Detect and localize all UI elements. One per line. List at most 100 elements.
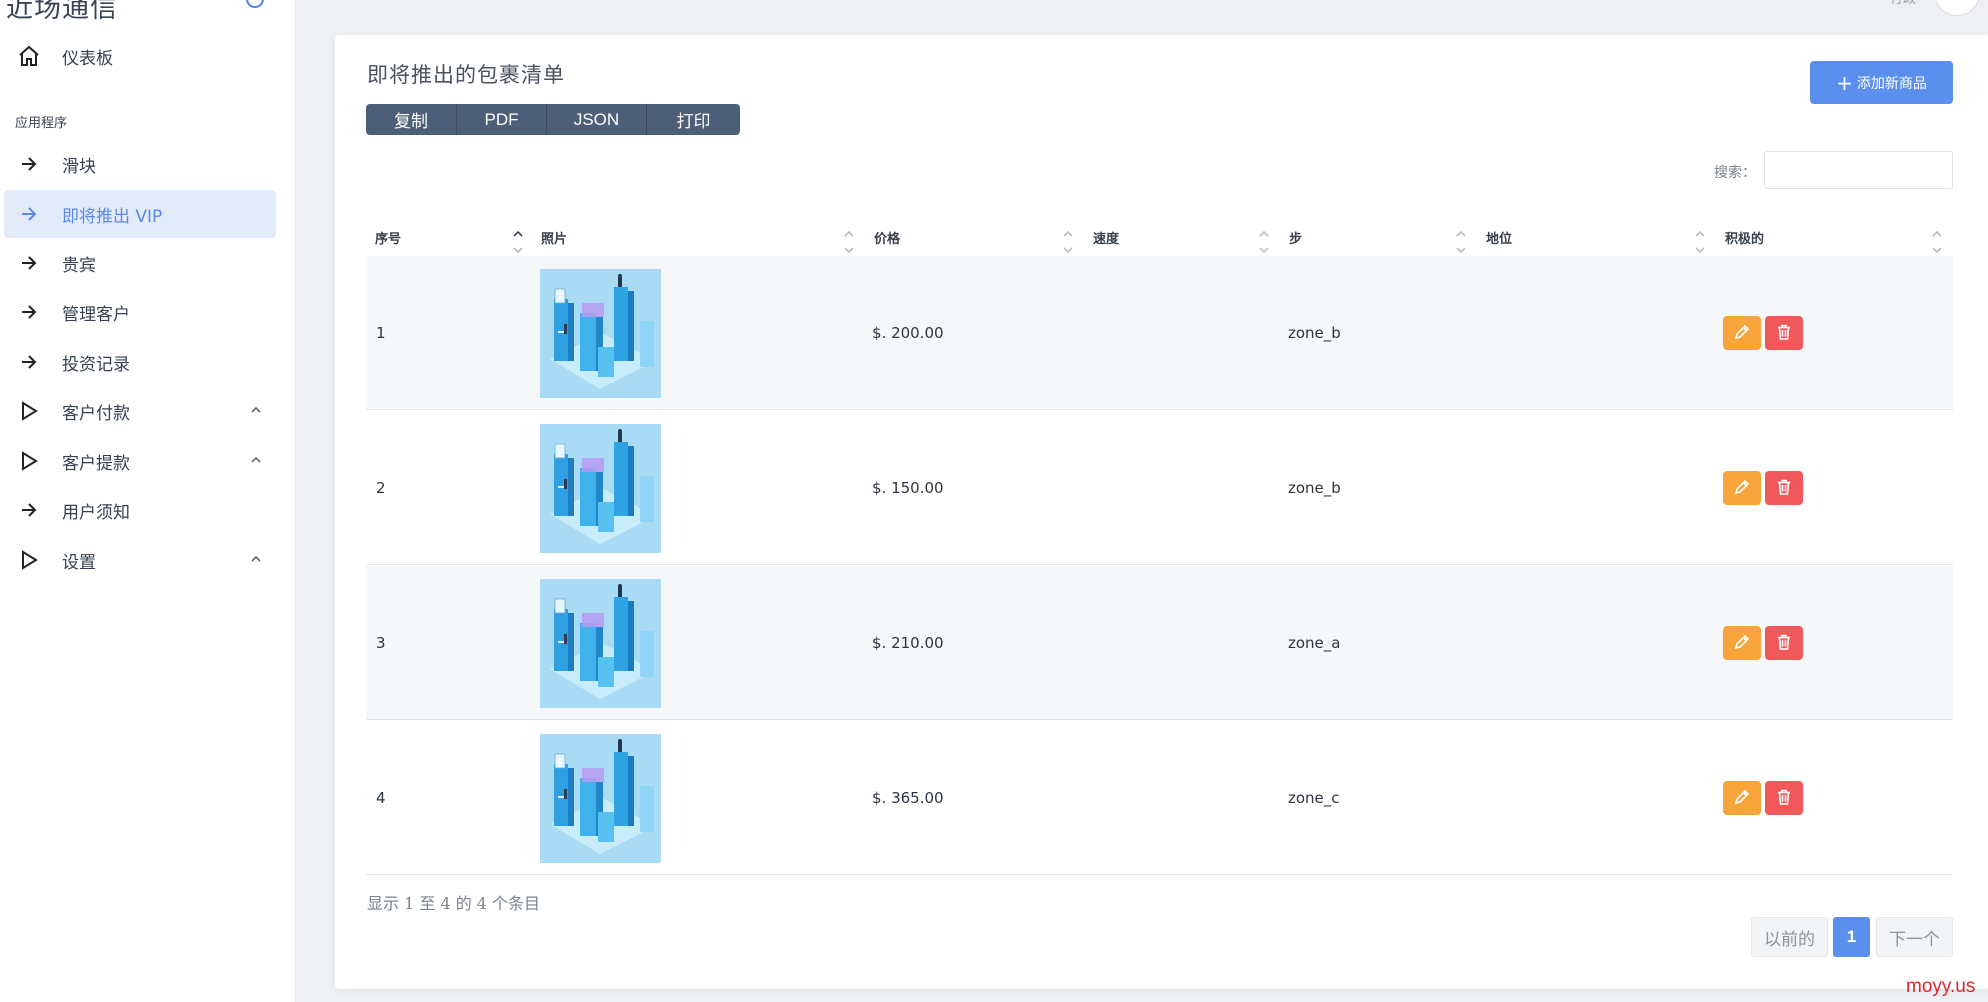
column-header-number[interactable]: 序号 — [366, 219, 532, 261]
column-header-price[interactable]: 价格 — [865, 219, 1084, 261]
sidebar-item-label: 仪表板 — [62, 48, 113, 69]
sidebar-item-coming-soon-vip[interactable]: 即将推出 VIP — [4, 190, 276, 238]
row-zone: zone_a — [1288, 634, 1341, 652]
user-name[interactable]: 行政 — [1890, 0, 1916, 7]
table-row: 1 $. 200.00 zone_b — [366, 256, 1953, 410]
column-header-status[interactable]: 地位 — [1477, 219, 1716, 261]
row-zone: zone_b — [1288, 479, 1341, 497]
row-price: $. 365.00 — [872, 789, 944, 807]
sidebar-item-label: 滑块 — [62, 156, 96, 177]
row-actions — [1723, 566, 1803, 720]
table-row: 3 $. 210.00 zone_a — [366, 566, 1953, 720]
table-info: 显示 1 至 4 的 4 个条目 — [367, 894, 541, 913]
watermark: moyy.us — [1906, 976, 1976, 997]
row-actions — [1723, 721, 1803, 875]
sidebar-item-dashboard[interactable]: 仪表板 — [4, 32, 276, 80]
edit-button[interactable] — [1723, 316, 1761, 350]
table-header: 序号 照片 价格 速度 步 地位 积极的 — [366, 219, 1953, 261]
row-actions — [1723, 411, 1803, 565]
edit-button[interactable] — [1723, 471, 1761, 505]
arrow-right-icon — [14, 500, 44, 520]
sort-icon — [1694, 227, 1706, 257]
delete-button[interactable] — [1765, 781, 1803, 815]
pencil-icon — [1733, 323, 1751, 344]
pagination-next-button[interactable]: 下一个 — [1876, 917, 1953, 957]
print-button[interactable]: 打印 — [647, 104, 740, 135]
package-thumbnail-image — [540, 578, 661, 708]
chevron-up-icon[interactable] — [250, 550, 262, 570]
chevron-up-icon[interactable] — [250, 451, 262, 471]
table-row: 2 $. 150.00 zone_b — [366, 411, 1953, 565]
sidebar-item-label: 即将推出 VIP — [62, 206, 163, 227]
row-actions — [1723, 256, 1803, 410]
row-number: 4 — [376, 789, 386, 807]
sidebar-item-label: 贵宾 — [62, 255, 96, 276]
sort-icon — [1062, 227, 1074, 257]
chevron-up-icon[interactable] — [250, 401, 262, 421]
column-header-step[interactable]: 步 — [1280, 219, 1477, 261]
edit-button[interactable] — [1723, 781, 1761, 815]
arrow-right-icon — [14, 204, 44, 224]
pdf-button[interactable]: PDF — [457, 104, 547, 135]
play-triangle-icon — [14, 549, 44, 571]
sidebar: 近场通信 仪表板 应用程序 滑块 即将推出 VIP 贵宾 管理客户 投资记录 客… — [0, 0, 296, 1002]
sidebar-item-vip[interactable]: 贵宾 — [4, 239, 276, 287]
sidebar-item-investment-records[interactable]: 投资记录 — [4, 338, 276, 386]
arrow-right-icon — [14, 154, 44, 174]
package-list-card: 即将推出的包裹清单 + 添加新商品 复制 PDF JSON 打印 搜索： 序号 … — [335, 35, 1988, 989]
sidebar-item-label: 客户提款 — [62, 453, 130, 474]
add-item-label: 添加新商品 — [1856, 75, 1927, 92]
sidebar-item-settings[interactable]: 设置 — [4, 536, 276, 584]
column-header-active[interactable]: 积极的 — [1716, 219, 1953, 261]
column-header-photo[interactable]: 照片 — [532, 219, 865, 261]
sidebar-item-customer-withdrawals[interactable]: 客户提款 — [4, 437, 276, 485]
row-number: 1 — [376, 324, 386, 342]
sidebar-item-customer-payments[interactable]: 客户付款 — [4, 387, 276, 435]
arrow-right-icon — [14, 302, 44, 322]
home-icon — [14, 44, 44, 68]
pagination-prev-button[interactable]: 以前的 — [1751, 917, 1828, 957]
edit-button[interactable] — [1723, 626, 1761, 660]
row-number: 2 — [376, 479, 386, 497]
sort-icon — [1931, 227, 1943, 257]
trash-icon — [1775, 788, 1793, 809]
play-triangle-icon — [14, 400, 44, 422]
delete-button[interactable] — [1765, 316, 1803, 350]
trash-icon — [1775, 478, 1793, 499]
pencil-icon — [1733, 633, 1751, 654]
pencil-icon — [1733, 788, 1751, 809]
package-thumbnail-image — [540, 733, 661, 863]
plus-icon: + — [1836, 70, 1853, 95]
play-triangle-icon — [14, 450, 44, 472]
trash-icon — [1775, 633, 1793, 654]
trash-icon — [1775, 323, 1793, 344]
sidebar-item-label: 投资记录 — [62, 354, 130, 375]
row-photo-cell — [540, 411, 661, 565]
package-thumbnail-image — [540, 423, 661, 553]
row-price: $. 200.00 — [872, 324, 944, 342]
avatar[interactable] — [1934, 0, 1980, 16]
copy-button[interactable]: 复制 — [366, 104, 457, 135]
row-number: 3 — [376, 634, 386, 652]
export-button-group: 复制 PDF JSON 打印 — [366, 104, 740, 135]
row-photo-cell — [540, 256, 661, 410]
delete-button[interactable] — [1765, 471, 1803, 505]
sidebar-item-slider[interactable]: 滑块 — [4, 140, 276, 188]
column-header-speed[interactable]: 速度 — [1084, 219, 1280, 261]
sidebar-item-label: 用户须知 — [62, 502, 130, 523]
sidebar-item-user-notice[interactable]: 用户须知 — [4, 486, 276, 534]
sidebar-toggle-icon[interactable] — [246, 0, 264, 8]
brand-title[interactable]: 近场通信 — [6, 0, 118, 25]
delete-button[interactable] — [1765, 626, 1803, 660]
row-photo-cell — [540, 721, 661, 875]
search-input[interactable] — [1764, 151, 1953, 189]
sidebar-item-manage-customers[interactable]: 管理客户 — [4, 288, 276, 336]
add-item-button[interactable]: + 添加新商品 — [1810, 61, 1953, 104]
sort-icon — [1258, 227, 1270, 257]
package-thumbnail-image — [540, 268, 661, 398]
pagination-page-button[interactable]: 1 — [1833, 917, 1870, 957]
json-button[interactable]: JSON — [547, 104, 647, 135]
sort-icon — [1455, 227, 1467, 257]
row-photo-cell — [540, 566, 661, 720]
pencil-icon — [1733, 478, 1751, 499]
